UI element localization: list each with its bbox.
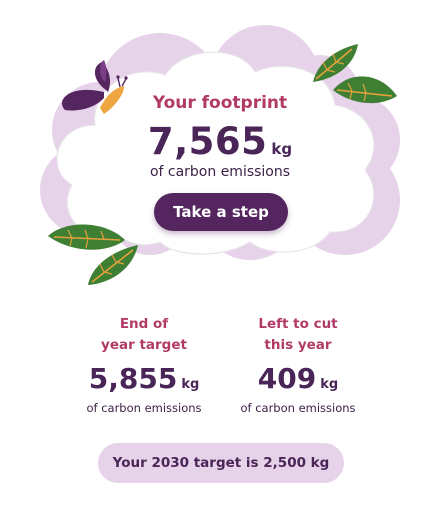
stat-label-line1: Left to cut (258, 316, 338, 332)
end-of-year-target-stat: End of year target 5,855 kg of carbon emi… (69, 314, 219, 415)
stat-value: 5,855 (88, 362, 178, 395)
take-a-step-button[interactable]: Take a step (154, 193, 288, 231)
stat-description: of carbon emissions (240, 401, 356, 415)
footprint-hero: Your footprint 7,565 kg of carbon emissio… (0, 0, 431, 300)
footprint-value: 7,565 (147, 120, 268, 163)
stat-value-row: 5,855 kg (69, 362, 219, 395)
target-2030-banner: Your 2030 target is 2,500 kg (98, 443, 344, 483)
stat-unit: kg (320, 377, 339, 392)
left-to-cut-stat: Left to cut this year 409 kg of carbon em… (223, 314, 373, 415)
footprint-description: of carbon emissions (149, 164, 291, 180)
stat-unit: kg (181, 377, 200, 392)
stat-label: Left to cut this year (223, 314, 373, 356)
stat-label-line2: year target (101, 337, 187, 353)
stat-value: 409 (257, 362, 317, 395)
stat-label-line2: this year (264, 337, 332, 353)
footprint-unit: kg (271, 140, 293, 158)
footprint-title: Your footprint (152, 93, 288, 113)
footprint-value-row: 7,565 kg (0, 120, 431, 163)
stat-value-row: 409 kg (223, 362, 373, 395)
stat-label-line1: End of (119, 316, 169, 332)
stat-label: End of year target (69, 314, 219, 356)
stat-description: of carbon emissions (86, 401, 202, 415)
